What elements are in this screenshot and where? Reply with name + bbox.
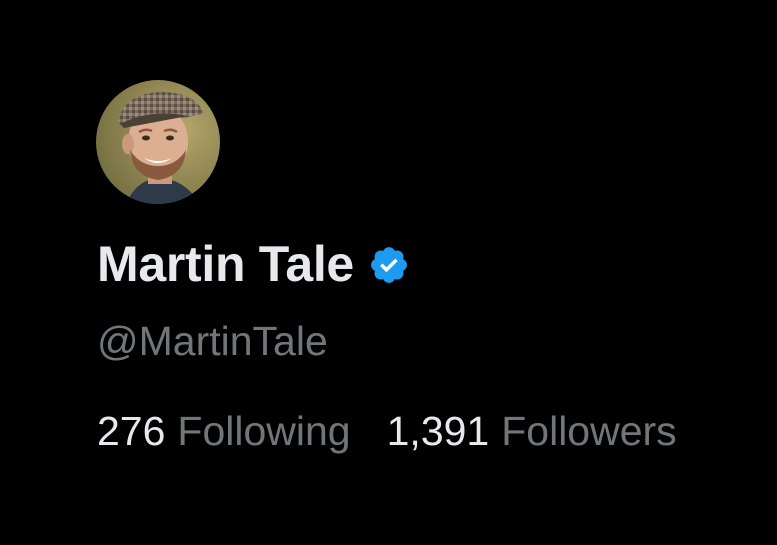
followers-count: 1,391: [386, 408, 490, 454]
followers-link[interactable]: 1,391 Followers: [387, 408, 677, 455]
profile-name-row: Martin Tale: [97, 234, 410, 294]
following-label: Following: [177, 408, 351, 454]
profile-handle: @MartinTale: [97, 318, 328, 364]
profile-avatar[interactable]: [96, 80, 220, 204]
following-link[interactable]: 276 Following: [97, 408, 351, 455]
avatar-photo-icon: [96, 80, 220, 204]
verified-badge-icon[interactable]: [368, 244, 410, 286]
followers-label: Followers: [501, 408, 677, 454]
display-name: Martin Tale: [97, 236, 354, 292]
following-count: 276: [97, 408, 166, 454]
profile-stats: 276 Following 1,391 Followers: [97, 408, 677, 455]
